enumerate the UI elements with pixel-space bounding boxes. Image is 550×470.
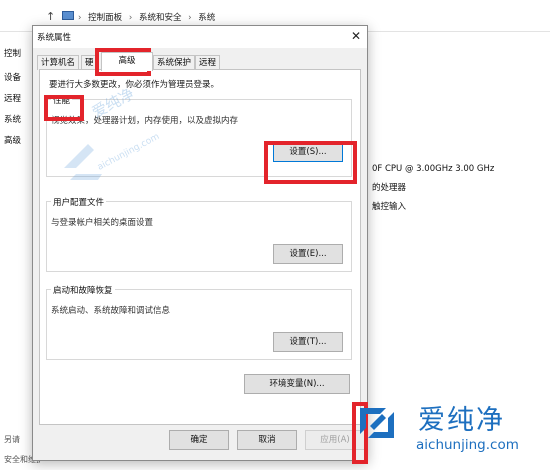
touch-input: 触控输入	[372, 202, 407, 212]
up-arrow-icon[interactable]: ↑	[46, 10, 55, 23]
tab-system-protection[interactable]: 系统保护	[153, 55, 196, 70]
left-link[interactable]: 高级	[4, 131, 21, 152]
left-link[interactable]: 设备	[4, 68, 21, 89]
performance-settings-button[interactable]: 设置(S)...	[273, 142, 343, 162]
tab-computer-name[interactable]: 计算机名	[37, 55, 80, 70]
left-link[interactable]: 远程	[4, 89, 21, 110]
cpu-info: 0F CPU @ 3.00GHz 3.00 GHz	[372, 164, 495, 174]
ok-button[interactable]: 确定	[169, 430, 229, 450]
cancel-button[interactable]: 取消	[237, 430, 297, 450]
watermark-logo-icon	[360, 408, 394, 438]
dialog-titlebar: 系统属性 ✕	[33, 26, 367, 48]
environment-variables-button[interactable]: 环境变量(N)...	[244, 374, 350, 394]
dialog-title: 系统属性	[37, 33, 72, 43]
admin-note: 要进行大多数更改，你必须作为管理员登录。	[49, 80, 220, 90]
left-link[interactable]: 控制	[4, 40, 21, 68]
chevron-right-icon: ›	[78, 13, 82, 23]
tab-hardware[interactable]: 硬	[81, 55, 98, 70]
watermark-url: aichunjing.com	[416, 437, 519, 453]
user-profiles-title: 用户配置文件	[51, 196, 107, 208]
breadcrumb-item[interactable]: 系统和安全	[139, 13, 182, 23]
chevron-right-icon: ›	[128, 13, 133, 23]
chevron-right-icon: ›	[188, 13, 192, 23]
left-link[interactable]: 系统	[4, 110, 21, 131]
user-profiles-desc: 与登录帐户相关的桌面设置	[51, 218, 154, 228]
tab-remote[interactable]: 远程	[195, 55, 221, 70]
user-profiles-group: 用户配置文件 与登录帐户相关的桌面设置 设置(E)...	[46, 196, 352, 272]
system-properties-dialog: 系统属性 ✕ 计算机名 硬 高级 系统保护 远程 要进行大多数更改，你必须作为管…	[32, 25, 368, 461]
startup-recovery-desc: 系统启动、系统故障和调试信息	[51, 306, 171, 316]
startup-recovery-settings-button[interactable]: 设置(T)...	[273, 332, 343, 352]
watermark-brand: 爱纯净	[418, 405, 505, 436]
system-info: 0F CPU @ 3.00GHz 3.00 GHz 的处理器 触控输入	[372, 160, 494, 217]
breadcrumb-item[interactable]: 系统	[198, 13, 215, 23]
breadcrumb-item[interactable]: 控制面板	[88, 13, 122, 23]
startup-recovery-group: 启动和故障恢复 系统启动、系统故障和调试信息 设置(T)...	[46, 284, 352, 360]
tab-advanced[interactable]: 高级	[101, 52, 153, 71]
computer-icon	[62, 11, 74, 20]
breadcrumb: › 控制面板 › 系统和安全 › 系统	[78, 11, 219, 23]
processor-type: 的处理器	[372, 183, 407, 193]
performance-title: 性能	[51, 94, 73, 106]
user-profiles-settings-button[interactable]: 设置(E)...	[273, 244, 343, 264]
tab-strip: 计算机名 硬 高级 系统保护 远程	[35, 52, 365, 71]
left-links: 控制 设备 远程 系统 高级	[4, 40, 21, 152]
close-icon[interactable]: ✕	[351, 29, 361, 43]
startup-recovery-title: 启动和故障恢复	[51, 284, 115, 296]
